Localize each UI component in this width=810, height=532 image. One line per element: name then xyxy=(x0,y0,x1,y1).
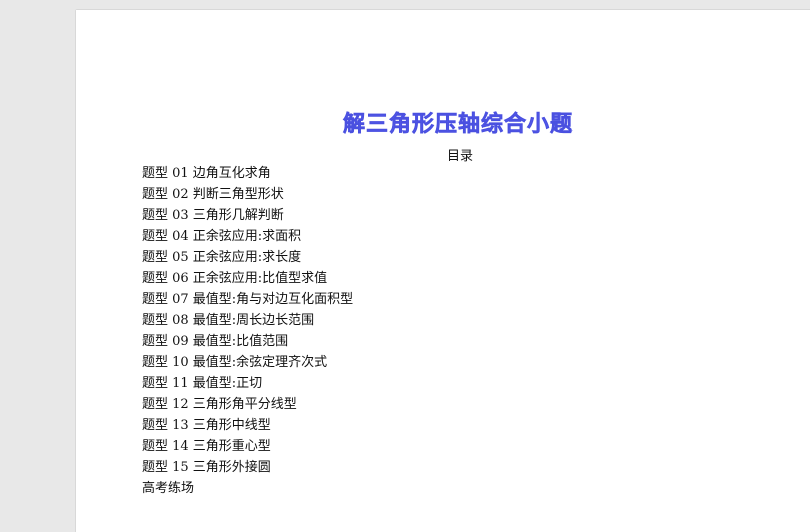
document-title: 解三角形压轴综合小题 xyxy=(342,112,573,138)
toc-item[interactable]: 题型 14 三角形重心型 xyxy=(142,436,353,457)
toc-item[interactable]: 题型 09 最值型:比值范围 xyxy=(142,331,353,352)
toc-item[interactable]: 题型 01 边角互化求角 xyxy=(142,163,353,184)
table-of-contents: 题型 01 边角互化求角 题型 02 判断三角型形状 题型 03 三角形几解判断… xyxy=(142,163,353,499)
toc-item[interactable]: 题型 08 最值型:周长边长范围 xyxy=(142,310,353,331)
toc-item[interactable]: 题型 13 三角形中线型 xyxy=(142,415,353,436)
toc-heading: 目录 xyxy=(446,149,473,164)
document-viewer: 解三角形压轴综合小题 目录 题型 01 边角互化求角 题型 02 判断三角型形状… xyxy=(0,0,810,532)
toc-item[interactable]: 题型 07 最值型:角与对边互化面积型 xyxy=(142,289,353,310)
toc-item[interactable]: 题型 03 三角形几解判断 xyxy=(142,205,353,226)
toc-item[interactable]: 题型 02 判断三角型形状 xyxy=(142,184,353,205)
toc-item[interactable]: 题型 06 正余弦应用:比值型求值 xyxy=(142,268,353,289)
toc-item[interactable]: 题型 05 正余弦应用:求长度 xyxy=(142,247,353,268)
document-page: 解三角形压轴综合小题 目录 题型 01 边角互化求角 题型 02 判断三角型形状… xyxy=(76,10,810,532)
toc-item[interactable]: 题型 12 三角形角平分线型 xyxy=(142,394,353,415)
toc-item[interactable]: 题型 10 最值型:余弦定理齐次式 xyxy=(142,352,353,373)
toc-item[interactable]: 题型 15 三角形外接圆 xyxy=(142,457,353,478)
toc-item[interactable]: 高考练场 xyxy=(142,478,353,499)
toc-item[interactable]: 题型 04 正余弦应用:求面积 xyxy=(142,226,353,247)
toc-item[interactable]: 题型 11 最值型:正切 xyxy=(142,373,353,394)
